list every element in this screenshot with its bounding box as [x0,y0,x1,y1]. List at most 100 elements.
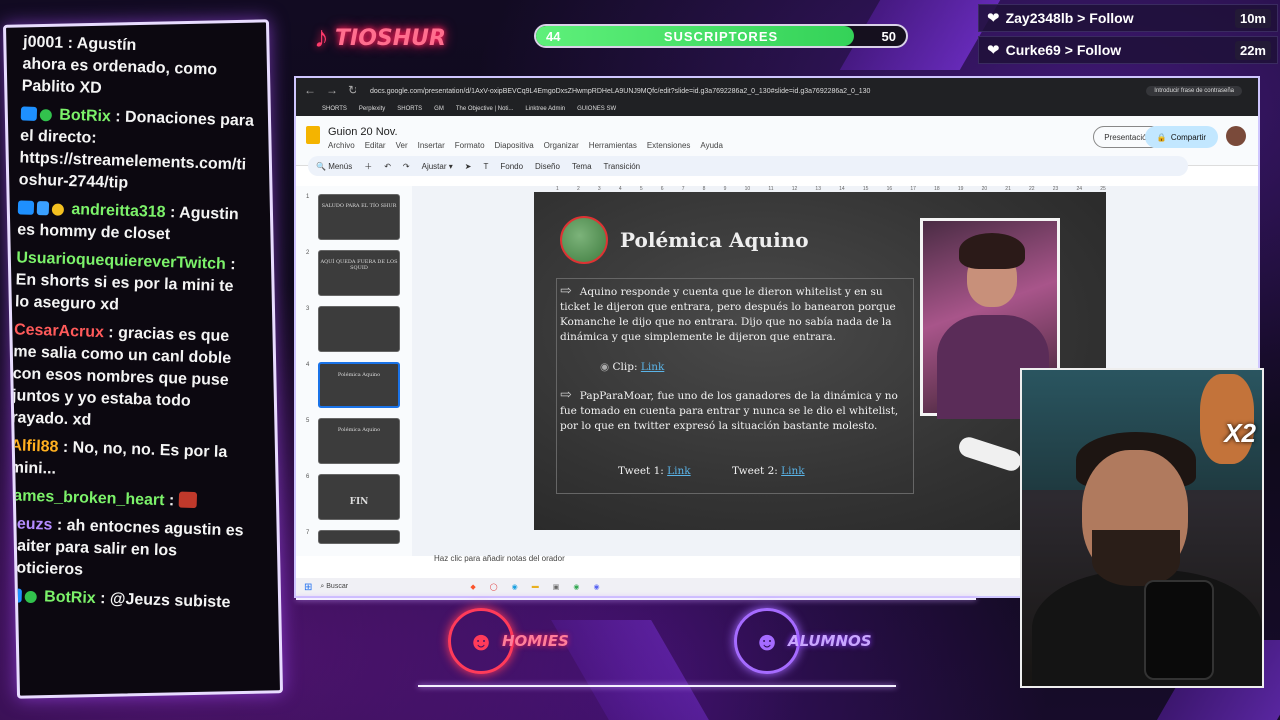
chat-username[interactable]: UsuarioquequiereverTwitch [16,249,226,273]
photo-hair [959,233,1025,269]
redo-icon[interactable]: ↷ [403,162,410,171]
menus-button[interactable]: 🔍 Menús [316,162,352,171]
menu-organizar[interactable]: Organizar [544,141,579,150]
tweet-2-label: Tweet 2: [732,465,778,477]
document-title[interactable]: Guion 20 Nov. [328,126,398,138]
chat-messages: j0001 : Agustín ahora es ordenado, como … [4,33,259,642]
chat-username[interactable]: andreitta318 [71,201,166,221]
discord-icon[interactable]: ◉ [593,583,599,591]
layout-button[interactable]: Diseño [535,162,560,171]
thumb-title: AQUÍ QUEDA FUERA DE LOS SQUID [320,259,398,271]
brave-icon[interactable]: ◆ [470,583,475,591]
neon-line [296,598,976,600]
slide-title[interactable]: Polémica Aquino [620,228,809,252]
menu-ayuda[interactable]: Ayuda [700,141,723,150]
transition-button[interactable]: Transición [604,162,641,171]
tweet-1-label: Tweet 1: [618,465,664,477]
chat-text: @Jeuzs subiste al [4,590,231,627]
chat-username[interactable]: CesarAcrux [14,321,104,341]
slide-thumbnail[interactable]: SALUDO PARA EL TÍO SHUR [318,194,400,240]
forward-icon[interactable]: → [326,83,338,97]
edge-icon[interactable]: ◉ [512,583,518,591]
thumb-number: 7 [306,530,310,536]
thumb-number: 3 [306,306,310,312]
thumb-title: FIN [349,497,369,507]
address-bar[interactable]: docs.google.com/presentation/d/1AxV-oxip… [356,84,1118,98]
background-button[interactable]: Fondo [500,162,523,171]
emote-icon [178,491,197,509]
bookmark-item[interactable]: SHORTS [397,106,422,112]
menu-diapositiva[interactable]: Diapositiva [495,141,534,150]
webcam-feed: X2 [1020,368,1264,688]
slide-thumbnail[interactable] [318,530,400,544]
tweet-2-link[interactable]: Link [781,465,804,477]
subscriber-goal-bar: 44 SUSCRIPTORES 50 [534,24,908,48]
slide-thumbnail[interactable] [318,306,400,352]
share-button[interactable]: 🔒 Compartir [1144,126,1218,148]
store-icon[interactable]: ▣ [553,583,560,591]
tweet-1-link[interactable]: Link [667,465,690,477]
zoom-button[interactable]: Ajustar ▾ [422,162,453,171]
back-icon[interactable]: ← [304,83,316,97]
menu-extensiones[interactable]: Extensiones [647,141,691,150]
chat-username[interactable]: Alfil88 [10,437,59,455]
channel-logo: ♪ TIOSHUR [314,18,446,58]
bookmark-item[interactable]: GUIONES SW [577,106,616,112]
theme-button[interactable]: Tema [572,162,592,171]
menu-editar[interactable]: Editar [365,141,386,150]
zoom-label: Ajustar [421,161,447,171]
undo-icon[interactable]: ↶ [384,162,391,171]
slide-paragraph-1[interactable]: ⇨ Aquino responde y cuenta que le dieron … [560,284,910,345]
chat-message: Alfil88 : No, no, no. Es por la mini... [9,437,228,478]
folder-icon[interactable]: ▬ [532,583,539,591]
chat-message: Jeuzs : ah entocnes agustin es baiter pa… [6,515,244,579]
follower-name: Zay2348lb [1005,10,1074,26]
menu-formato[interactable]: Formato [455,141,485,150]
opera-icon[interactable]: ◯ [490,583,498,591]
chrome-icon[interactable]: ◉ [573,583,579,591]
slide-thumbnail[interactable]: FIN [318,474,400,520]
tiktok-icon: ♪ [314,21,329,54]
windows-start-icon[interactable]: ⊞ [304,582,312,593]
chat-text: j0001 : Agustín [22,33,137,55]
slide-thumbnail[interactable]: AQUÍ QUEDA FUERA DE LOS SQUID [318,250,400,296]
alumnos-logo: ☻ ALUMNOS [734,608,872,674]
chat-message: james_broken_heart : [9,485,246,514]
thumb-title: Polémica Aquino [337,372,381,378]
chat-username[interactable]: james_broken_heart [9,487,165,509]
slide-thumbnail[interactable]: Polémica Aquino [318,418,400,464]
chat-username[interactable]: Jeuzs [8,515,53,533]
bookmark-item[interactable]: SHORTS [322,106,347,112]
url-text[interactable]: docs.google.com/presentation/d/1AxV-oxip… [370,88,870,95]
chat-message: andreitta318 : Agustin es hommy de close… [16,200,239,244]
select-icon[interactable]: ➤ [465,162,472,171]
menu-archivo[interactable]: Archivo [328,141,355,150]
slide-thumbnail-selected[interactable]: Polémica Aquino [318,362,400,408]
chat-text: En shorts si es por la mini te lo asegur… [14,271,234,314]
bookmark-item[interactable]: The Objective | Noti... [456,106,514,112]
arrow-icon: ⇨ [560,283,572,299]
bookmark-item[interactable]: Linktree Admin [525,106,565,112]
add-icon[interactable]: ＋ [364,161,372,172]
chat-username[interactable]: BotRix [59,107,111,126]
text-box-icon[interactable]: T [483,162,488,171]
avatar[interactable] [1226,126,1246,146]
chat-username[interactable]: BotRix [44,588,96,607]
clip-line: ◉ Clip: Link [600,360,664,375]
follow-alert: ❤ Curke69 > Follow 22m [978,36,1278,64]
bookmark-item[interactable]: Perplexity [359,106,385,112]
taskbar-search[interactable]: ⌕ Buscar [320,583,450,591]
slide-paragraph-2[interactable]: ⇨ PapParaMoar, fue uno de los ganadores d… [560,388,910,434]
menu-insertar[interactable]: Insertar [418,141,445,150]
menu-ver[interactable]: Ver [396,141,408,150]
clip-link[interactable]: Link [641,361,664,373]
slides-app-icon[interactable] [306,126,320,144]
menu-herramientas[interactable]: Herramientas [589,141,637,150]
chat-message: BotRix : Donaciones para el directo: htt… [18,106,255,192]
homies-label: HOMIES [502,632,569,650]
password-prompt[interactable]: Introducir frase de contraseña [1146,86,1242,96]
tweet-1-line: Tweet 1: Link [618,464,691,479]
bookmark-item[interactable]: GM [434,106,444,112]
verified-badge-icon [39,109,53,122]
speaker-notes[interactable]: Haz clic para añadir notas del orador [434,554,565,563]
